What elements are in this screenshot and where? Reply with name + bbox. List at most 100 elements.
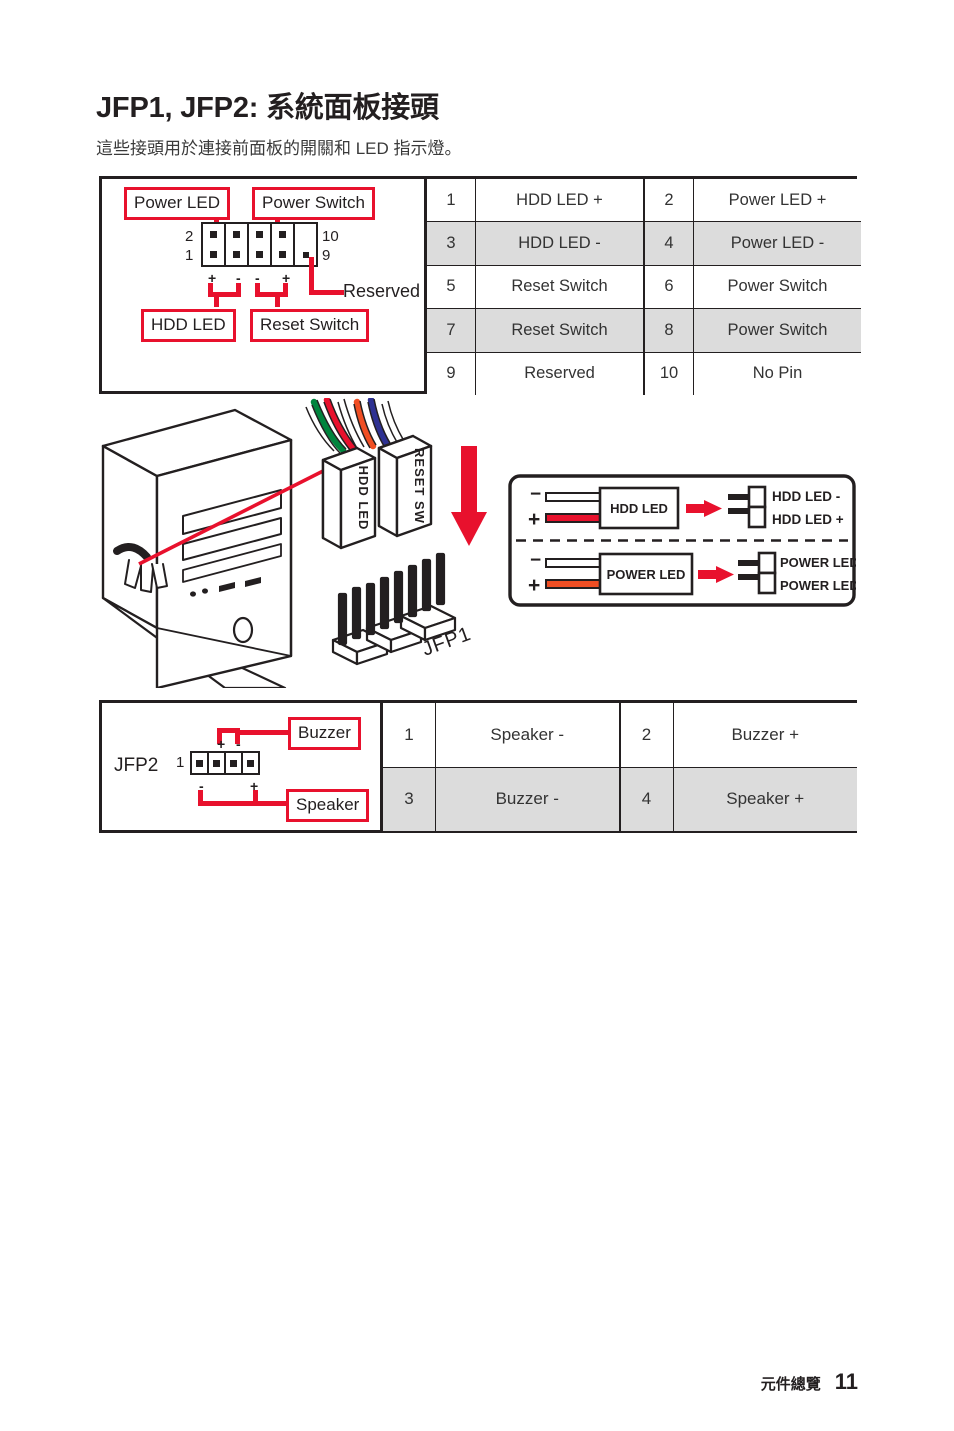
jfp2-pin-col-3 [226, 753, 243, 773]
cell-pin-label: HDD LED + [475, 179, 645, 223]
callout-speaker: Speaker [286, 789, 370, 822]
plug-label-hdd-led: HDD LED [356, 466, 371, 531]
jfp2-pin-2 [213, 759, 220, 767]
callout-power-switch: Power Switch [252, 187, 375, 220]
page-subtitle: 這些接頭用於連接前面板的開關和 LED 指示燈。 [96, 139, 462, 158]
pin-1 [210, 251, 217, 258]
jfp2-pin-header-graphic [190, 751, 260, 775]
pin-9 [302, 252, 309, 258]
illustration-svg: HDD LED RESET SW JFP1 [101, 398, 487, 688]
pin-col-2 [226, 224, 249, 265]
polarity-minus-sign-2: − [530, 550, 541, 571]
callout-power-led: Power LED [124, 187, 230, 220]
bracket-buzzer-bar [217, 728, 240, 733]
plug-label-reset-sw: RESET SW [412, 448, 427, 524]
jfp2-pin-1 [196, 759, 203, 767]
pin-number-10: 10 [322, 228, 339, 245]
bracket-reset-switch-stem [275, 295, 280, 307]
pin-col-1 [203, 224, 226, 265]
cell-pin-number: 4 [618, 766, 674, 831]
cell-pin-number: 1 [383, 703, 436, 768]
page-footer: 元件總覽 11 [761, 1369, 858, 1395]
jfp2-sign-top-2: - [236, 736, 241, 752]
cell-pin-number: 5 [427, 264, 476, 310]
leader-reserved-vertical [309, 257, 314, 293]
page-title: JFP1, JFP2: 系統面板接頭 [96, 92, 439, 124]
cell-pin-label: Power LED - [693, 221, 861, 266]
pin-7 [279, 251, 286, 258]
pin-3 [233, 251, 240, 258]
cell-pin-label: Power Switch [693, 308, 861, 353]
polarity-pin-plus-1: HDD LED + [772, 512, 844, 527]
cell-pin-label: Reset Switch [475, 308, 645, 353]
jfp2-pin-table-body: 1 Speaker - 2 Buzzer + 3 Buzzer - 4 Spea… [383, 703, 857, 831]
table-row: 3 HDD LED - 4 Power LED - [427, 221, 861, 266]
pin-2 [210, 231, 217, 238]
polarity-plus-sign-1: + [528, 508, 540, 531]
label-reserved: Reserved [343, 281, 421, 301]
jfp1-panel: Power LED Power Switch + - + - [99, 176, 861, 395]
installation-illustration: HDD LED RESET SW JFP1 [95, 398, 495, 688]
pin-number-9: 9 [322, 247, 331, 264]
polarity-wire-1 [545, 513, 603, 523]
cell-pin-label: Speaker + [672, 766, 857, 831]
cell-pin-label: Buzzer - [435, 766, 620, 831]
pin-number-1: 1 [185, 247, 194, 264]
jfp1-pin-table-body: 1 HDD LED + 2 Power LED + 3 HDD LED - 4 … [427, 179, 861, 395]
cell-pin-number: 4 [643, 221, 694, 266]
polarity-guide-svg: − + HDD LED HDD LED - HDD LED + − + POWE… [508, 474, 856, 607]
jfp1-pinout-diagram: Power LED Power Switch + - + - [102, 179, 427, 391]
pin-number-2: 2 [185, 228, 194, 245]
polarity-pin-plus-2: POWER LED + [780, 578, 856, 593]
jfp1-pin-header-graphic [201, 222, 318, 267]
bracket-buzzer-lead [238, 730, 290, 735]
jfp2-pin-col-1 [192, 753, 209, 773]
callout-hdd-led: HDD LED [141, 309, 236, 342]
polarity-device-label-1: HDD LED [610, 501, 668, 516]
cell-pin-number: 2 [643, 179, 694, 223]
jfp2-pin-col-4 [243, 753, 258, 773]
jfp2-panel: JFP2 Buzzer + - 1 - + Speaker 1 Speaker … [99, 700, 857, 833]
jfp2-name-label: JFP2 [114, 755, 159, 776]
polarity-plus-sign-2: + [528, 574, 540, 597]
leader-reserved-horizontal [309, 290, 344, 295]
cell-pin-number: 1 [427, 179, 476, 223]
jfp2-sign-top-1: + [217, 736, 226, 752]
bracket-reset-switch-bar [255, 292, 288, 297]
jfp2-pinout-diagram: JFP2 Buzzer + - 1 - + Speaker [102, 703, 383, 830]
cell-pin-number: 3 [427, 221, 476, 266]
cell-pin-number: 2 [618, 703, 674, 768]
cell-pin-label: HDD LED - [475, 221, 645, 266]
polarity-pin-minus-1: HDD LED - [772, 489, 840, 504]
red-down-arrow [451, 446, 487, 546]
bracket-speaker-bar [198, 801, 258, 806]
cell-pin-number: 10 [643, 351, 694, 395]
table-row: 9 Reserved 10 No Pin [427, 351, 861, 395]
cell-pin-number: 3 [383, 766, 436, 831]
callout-buzzer: Buzzer [288, 717, 361, 750]
footer-section-label: 元件總覽 [760, 1376, 821, 1393]
footer-page-number: 11 [834, 1369, 858, 1394]
cell-pin-number: 8 [643, 308, 694, 353]
table-row: 5 Reset Switch 6 Power Switch [427, 264, 861, 310]
cell-pin-number: 6 [643, 264, 694, 310]
cell-pin-label: Power Switch [693, 264, 861, 310]
polarity-guide-box: − + HDD LED HDD LED - HDD LED + − + POWE… [508, 474, 856, 607]
cell-pin-label: Reset Switch [475, 264, 645, 310]
polarity-minus-sign-1: − [530, 484, 541, 505]
table-row: 3 Buzzer - 4 Speaker + [383, 766, 857, 831]
cell-pin-label: Buzzer + [672, 703, 857, 768]
cell-pin-number: 9 [427, 351, 476, 395]
jfp2-pin-4 [247, 759, 254, 767]
cell-pin-number: 7 [427, 308, 476, 353]
polarity-device-label-2: POWER LED [607, 567, 686, 582]
pin-5 [256, 251, 263, 258]
jfp2-pin-table: 1 Speaker - 2 Buzzer + 3 Buzzer - 4 Spea… [383, 703, 857, 831]
cell-pin-label: No Pin [693, 351, 861, 395]
callout-reset-switch: Reset Switch [250, 309, 370, 342]
bracket-hdd-led-bar [208, 292, 241, 297]
jfp2-pin-col-2 [209, 753, 226, 773]
pin-6 [256, 231, 263, 238]
pin-col-3 [249, 224, 272, 265]
table-row: 1 HDD LED + 2 Power LED + [427, 179, 861, 223]
